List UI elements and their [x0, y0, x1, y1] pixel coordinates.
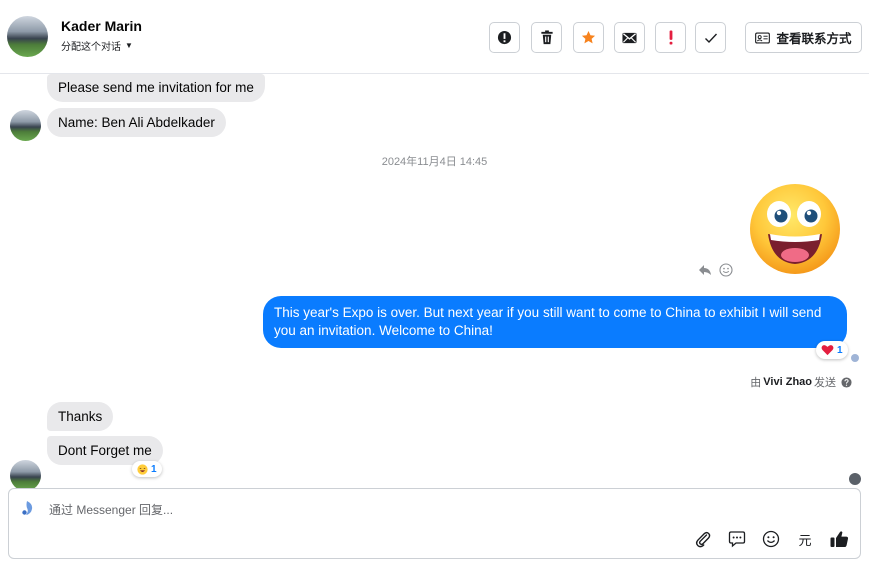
- sent-by-suffix: 发送: [814, 377, 836, 389]
- mark-done-button[interactable]: [695, 22, 726, 53]
- read-receipt-icon: [851, 354, 859, 362]
- envelope-icon: [622, 32, 637, 43]
- mark-unread-button[interactable]: [614, 22, 645, 53]
- help-icon[interactable]: [841, 376, 852, 388]
- sent-by-prefix: 由: [750, 377, 762, 389]
- incoming-message[interactable]: Thanks: [47, 402, 114, 431]
- like-button[interactable]: [828, 528, 850, 550]
- follow-up-button[interactable]: [655, 22, 686, 53]
- contact-name[interactable]: Kader Marin: [61, 18, 142, 34]
- reply-icon[interactable]: [698, 264, 712, 276]
- grinning-face-sticker[interactable]: [748, 182, 842, 276]
- saved-replies-button[interactable]: [726, 528, 748, 550]
- star-button[interactable]: [573, 22, 604, 53]
- delete-button[interactable]: [531, 22, 562, 53]
- message-timestamp: 2024年11月4日 14:45: [381, 156, 488, 168]
- heart-icon: [821, 345, 834, 356]
- outgoing-message[interactable]: This year's Expo is over. But next year …: [263, 296, 847, 348]
- incoming-message[interactable]: Name: Ben Ali Abdelkader: [47, 108, 226, 137]
- chat-bubble-icon: [728, 531, 746, 548]
- reaction-count: 1: [837, 344, 843, 356]
- message-composer[interactable]: 通过 Messenger 回复... 元: [8, 488, 861, 559]
- contact-card-icon: [755, 31, 771, 44]
- reply-input[interactable]: 通过 Messenger 回复...: [49, 501, 173, 518]
- contact-avatar-small[interactable]: [10, 110, 41, 141]
- sent-by-note: 由 Vivi Zhao 发送: [750, 374, 852, 390]
- incoming-message[interactable]: Please send me invitation for me: [47, 74, 265, 102]
- laughing-face-icon: [137, 463, 148, 475]
- thumbs-up-icon: [830, 531, 848, 547]
- seen-avatar: [849, 473, 861, 485]
- trash-icon: [540, 30, 553, 45]
- heart-reaction-badge[interactable]: 1: [816, 341, 848, 359]
- assign-conversation-dropdown[interactable]: 分配这个对话 ▼: [61, 38, 133, 53]
- alert-circle-icon: [497, 30, 512, 45]
- payment-button[interactable]: 元: [794, 528, 816, 550]
- paperclip-icon: [695, 531, 711, 548]
- react-smile-icon[interactable]: [719, 263, 733, 277]
- reaction-count: 1: [151, 463, 157, 475]
- chevron-down-icon: ▼: [125, 41, 133, 50]
- contact-avatar-small[interactable]: [10, 460, 41, 491]
- view-contact-label: 查看联系方式: [776, 32, 852, 46]
- exclamation-icon: [669, 30, 672, 45]
- star-icon: [581, 30, 596, 44]
- emoji-button[interactable]: [760, 528, 782, 550]
- assign-label: 分配这个对话: [61, 42, 121, 53]
- attach-button[interactable]: [692, 528, 714, 550]
- check-icon: [704, 33, 717, 43]
- composer-toolbar: 元: [692, 528, 850, 550]
- conversation-header: Kader Marin 分配这个对话 ▼ 查看联系方式: [0, 0, 869, 74]
- smile-icon: [762, 530, 780, 548]
- messenger-send-icon: [22, 501, 33, 515]
- mark-spam-button[interactable]: [489, 22, 520, 53]
- emoji-reaction-badge[interactable]: 1: [132, 461, 162, 477]
- view-contact-button[interactable]: 查看联系方式: [745, 22, 862, 53]
- contact-avatar[interactable]: [7, 16, 48, 57]
- currency-yuan-icon: 元: [798, 532, 812, 548]
- sender-name: Vivi Zhao: [763, 376, 812, 388]
